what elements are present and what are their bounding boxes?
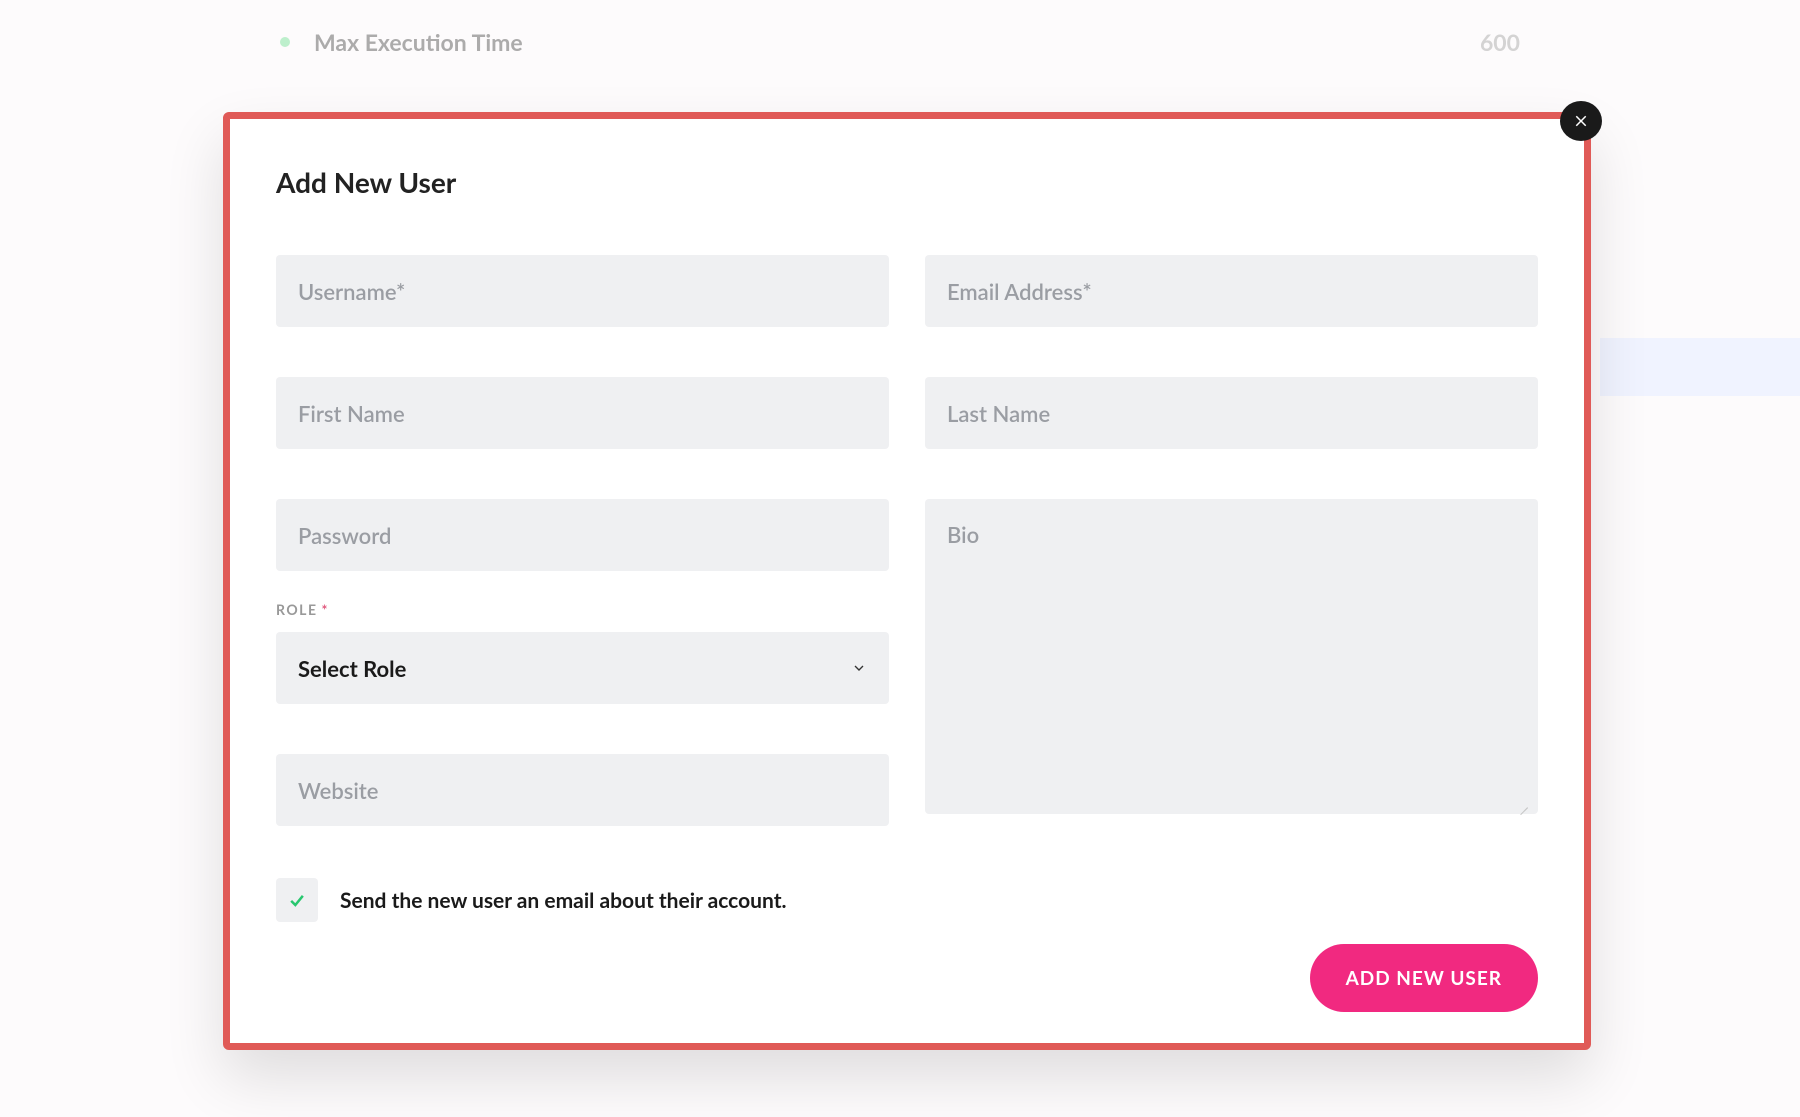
website-field[interactable] bbox=[276, 754, 889, 826]
close-icon bbox=[1572, 112, 1590, 130]
role-select[interactable]: Select Role bbox=[276, 632, 889, 704]
bg-highlight bbox=[1600, 338, 1800, 396]
check-icon bbox=[287, 890, 307, 910]
modal-title: Add New User bbox=[276, 165, 1538, 199]
add-user-modal: Add New User ROLE* bbox=[223, 112, 1591, 1050]
username-field[interactable] bbox=[276, 255, 889, 327]
close-button[interactable] bbox=[1560, 101, 1602, 141]
bio-field[interactable] bbox=[925, 499, 1538, 814]
status-dot-icon bbox=[280, 37, 290, 47]
password-field[interactable] bbox=[276, 499, 889, 571]
send-email-label: Send the new user an email about their a… bbox=[340, 888, 787, 913]
add-new-user-button[interactable]: ADD NEW USER bbox=[1310, 944, 1538, 1012]
email-field[interactable] bbox=[925, 255, 1538, 327]
stat-row: Max Execution Time 600 bbox=[280, 0, 1520, 84]
resize-handle-icon bbox=[1518, 798, 1528, 808]
stat-value: 600 bbox=[1480, 28, 1520, 56]
last-name-field[interactable] bbox=[925, 377, 1538, 449]
stat-label: Max Execution Time bbox=[314, 28, 1480, 56]
first-name-field[interactable] bbox=[276, 377, 889, 449]
role-label: ROLE* bbox=[276, 601, 889, 618]
send-email-checkbox[interactable] bbox=[276, 878, 318, 922]
